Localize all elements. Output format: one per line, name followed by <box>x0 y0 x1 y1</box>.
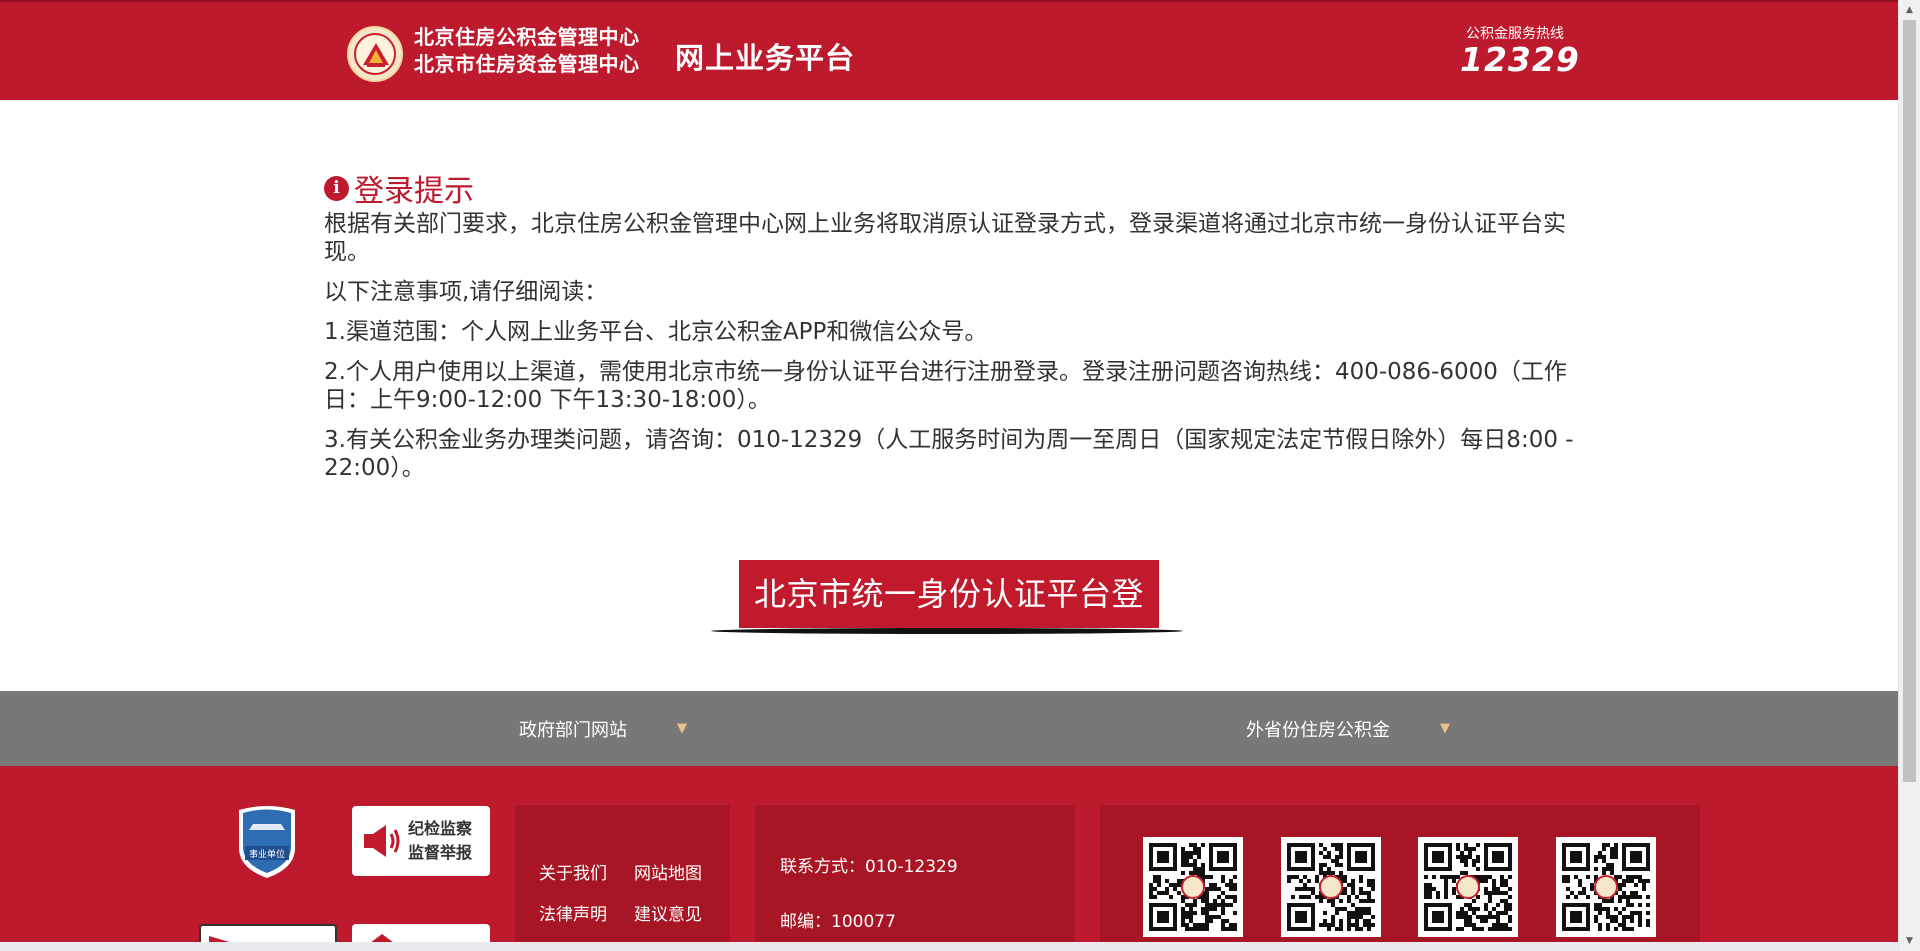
speaker-icon <box>364 825 400 857</box>
other-provinces-label: 外省份住房公积金 <box>1246 719 1390 741</box>
notice-title: i 登录提示 <box>324 168 1586 209</box>
sitemap-link[interactable]: 网站地图 <box>634 859 702 884</box>
postal-code: 邮编：100077 <box>780 912 896 932</box>
footer-qr-panel <box>1100 805 1700 951</box>
feedback-link[interactable]: 建议意见 <box>634 900 702 925</box>
report-label: 纪检监察 监督举报 <box>408 817 472 865</box>
chevron-down-icon: ▼ <box>1440 721 1450 736</box>
notice-item-registration: 2.个人用户使用以上渠道，需使用北京市统一身份认证平台进行注册登录。登录注册问题… <box>324 359 1567 413</box>
legal-notice-link[interactable]: 法律声明 <box>539 900 607 925</box>
notice-item-channels: 1.渠道范围：个人网上业务平台、北京公积金APP和微信公众号。 <box>324 319 988 345</box>
scroll-down-arrow-icon[interactable]: ▼ <box>1899 931 1920 951</box>
platform-name: 网上业务平台 <box>675 41 856 75</box>
footer-contact-panel: 联系方式：010-12329 邮编：100077 <box>755 805 1075 951</box>
vertical-scrollbar[interactable]: ▲ ▼ <box>1898 0 1920 951</box>
qr-center-logo-icon <box>1594 875 1618 899</box>
hotline-number: 12329 <box>1460 40 1580 79</box>
footer-links-panel: 关于我们 网站地图 法律声明 建议意见 <box>515 805 730 951</box>
unified-identity-login-button[interactable]: 北京市统一身份认证平台登录 <box>739 560 1159 681</box>
scrollbar-thumb[interactable] <box>1903 20 1916 782</box>
org-name-housing-capital: 北京市住房资金管理中心 <box>414 52 640 76</box>
contact-phone: 联系方式：010-12329 <box>780 857 958 877</box>
info-icon: i <box>324 175 349 201</box>
login-notice: i 登录提示 根据有关部门要求，北京住房公积金管理中心网上业务将取消原认证登录方… <box>324 168 1586 482</box>
qr-center-logo-icon <box>1319 875 1343 899</box>
gov-sites-label: 政府部门网站 <box>519 719 627 741</box>
page: 北京住房公积金管理中心 北京市住房资金管理中心 网上业务平台 公积金服务热线 1… <box>0 0 1920 951</box>
site-header: 北京住房公积金管理中心 北京市住房资金管理中心 网上业务平台 公积金服务热线 1… <box>0 0 1898 100</box>
related-links-bar: 政府部门网站 ▼ 外省份住房公积金 ▼ <box>0 691 1898 766</box>
report-label-line-1: 纪检监察 <box>408 819 473 838</box>
qr-code[interactable] <box>1281 837 1381 937</box>
qr-code[interactable] <box>1143 837 1243 937</box>
qr-center-logo-icon <box>1181 875 1205 899</box>
notice-read-prompt: 以下注意事项,请仔细阅读： <box>324 279 608 305</box>
scroll-up-arrow-icon[interactable]: ▲ <box>1899 0 1920 20</box>
emblem-mountain-icon <box>363 43 389 67</box>
qr-code[interactable] <box>1556 837 1656 937</box>
housing-fund-emblem-icon[interactable] <box>347 26 403 82</box>
notice-item-consultation: 3.有关公积金业务办理类问题，请咨询：010-12329（人工服务时间为周一至周… <box>324 427 1574 481</box>
discipline-report-button[interactable]: 纪检监察 监督举报 <box>352 806 490 876</box>
notice-title-text: 登录提示 <box>354 174 474 209</box>
qr-code[interactable] <box>1418 837 1518 937</box>
gov-sites-dropdown[interactable]: 政府部门网站 ▼ <box>519 691 687 766</box>
about-us-link[interactable]: 关于我们 <box>539 859 607 884</box>
chevron-down-icon: ▼ <box>677 721 687 736</box>
login-button-shadow <box>711 628 1183 634</box>
org-names[interactable]: 北京住房公积金管理中心 北京市住房资金管理中心 <box>414 24 640 78</box>
badge-text: 事业单位 <box>249 848 285 860</box>
horizontal-scrollbar[interactable] <box>0 942 1898 951</box>
site-footer: 事业单位 纪检监察 监督举报 关于我们 网站地图 法律声明 建议意见 联系方式：… <box>0 766 1898 951</box>
org-name-housing-fund: 北京住房公积金管理中心 <box>414 25 640 49</box>
public-institution-badge-icon[interactable]: 事业单位 <box>235 804 299 880</box>
other-provinces-dropdown[interactable]: 外省份住房公积金 ▼ <box>1246 691 1450 766</box>
login-button-wrapper: 北京市统一身份认证平台登录 <box>711 560 1183 681</box>
qr-center-logo-icon <box>1456 875 1480 899</box>
notice-intro: 根据有关部门要求，北京住房公积金管理中心网上业务将取消原认证登录方式，登录渠道将… <box>324 211 1566 265</box>
report-label-line-2: 监督举报 <box>408 843 473 862</box>
